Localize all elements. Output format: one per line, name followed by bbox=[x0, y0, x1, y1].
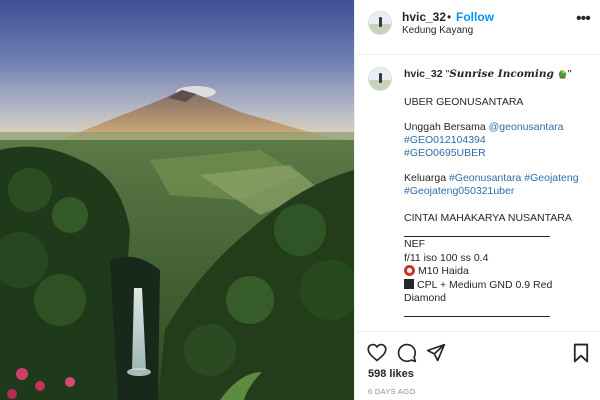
landscape-illustration bbox=[0, 0, 354, 400]
bookmark-icon[interactable] bbox=[573, 343, 589, 363]
post-header: hvic_32 • Follow Kedung Kayang ••• bbox=[355, 0, 600, 54]
hashtag-link[interactable]: #Geojateng bbox=[524, 172, 578, 184]
gear-line-nef: NEF bbox=[404, 238, 425, 250]
caption-line-uber: UBER GEONUSANTARA bbox=[404, 96, 524, 108]
post-timestamp[interactable]: 6 DAYS AGO bbox=[368, 387, 415, 396]
username-link[interactable]: hvic_32 bbox=[402, 10, 446, 24]
share-icon[interactable] bbox=[426, 343, 446, 363]
gear-line-settings: f/11 iso 100 ss 0.4 bbox=[404, 252, 489, 264]
ring-filter-icon bbox=[404, 265, 415, 276]
more-options-icon[interactable]: ••• bbox=[576, 10, 591, 28]
separator-dot: • bbox=[447, 10, 452, 24]
follow-button[interactable]: Follow bbox=[456, 10, 494, 24]
comment-icon[interactable] bbox=[397, 343, 417, 363]
caption-username[interactable]: hvic_32 bbox=[404, 68, 443, 80]
caption-avatar[interactable] bbox=[368, 67, 392, 91]
header-divider bbox=[355, 54, 600, 55]
gear-line-cpl: CPL + Medium GND 0.9 Red bbox=[404, 279, 552, 291]
caption-rule bbox=[404, 316, 550, 317]
hashtag-link[interactable]: #Geonusantara bbox=[449, 172, 521, 184]
square-filter-icon bbox=[404, 279, 414, 289]
caption-line-cintai: CINTAI MAHAKARYA NUSANTARA bbox=[404, 212, 572, 224]
keluarga-prefix: Keluarga bbox=[404, 172, 449, 184]
hashtag-link[interactable]: #Geojateng050321uber bbox=[404, 185, 514, 197]
hashtag-link[interactable]: #GEO0695UBER bbox=[404, 147, 486, 159]
filter-label: M10 Haida bbox=[418, 265, 469, 277]
gear-line-filter: M10 Haida bbox=[404, 265, 469, 277]
caption-line-keluarga: Keluarga #Geonusantara #Geojateng bbox=[404, 172, 579, 184]
likes-count[interactable]: 598 likes bbox=[368, 368, 414, 380]
cpl-label: CPL + Medium GND 0.9 Red bbox=[417, 279, 553, 291]
post-caption: hvic_32 "Sunrise Incoming " UBER GEONUSA… bbox=[355, 60, 600, 328]
caption-rule bbox=[404, 236, 550, 237]
caption-line-unggah: Unggah Bersama @geonusantara bbox=[404, 121, 564, 133]
avatar[interactable] bbox=[368, 11, 392, 35]
heart-icon[interactable] bbox=[367, 343, 387, 362]
mention-link[interactable]: @geonusantara bbox=[489, 121, 564, 133]
caption-title: Sunrise Incoming bbox=[449, 68, 554, 80]
parrot-emoji-icon bbox=[558, 70, 567, 79]
caption-title-line: hvic_32 "Sunrise Incoming " bbox=[404, 68, 571, 80]
post-actions-bar bbox=[355, 340, 600, 366]
post-photo[interactable] bbox=[0, 0, 354, 400]
hashtag-link[interactable]: #GEO012104394 bbox=[404, 134, 486, 146]
actions-divider bbox=[355, 331, 600, 332]
unggah-prefix: Unggah Bersama bbox=[404, 121, 489, 133]
gear-line-diamond: Diamond bbox=[404, 292, 447, 304]
location-link[interactable]: Kedung Kayang bbox=[402, 25, 473, 36]
title-close-quote: " bbox=[567, 68, 572, 80]
post-details-pane: hvic_32 • Follow Kedung Kayang ••• hvic_… bbox=[354, 0, 600, 400]
